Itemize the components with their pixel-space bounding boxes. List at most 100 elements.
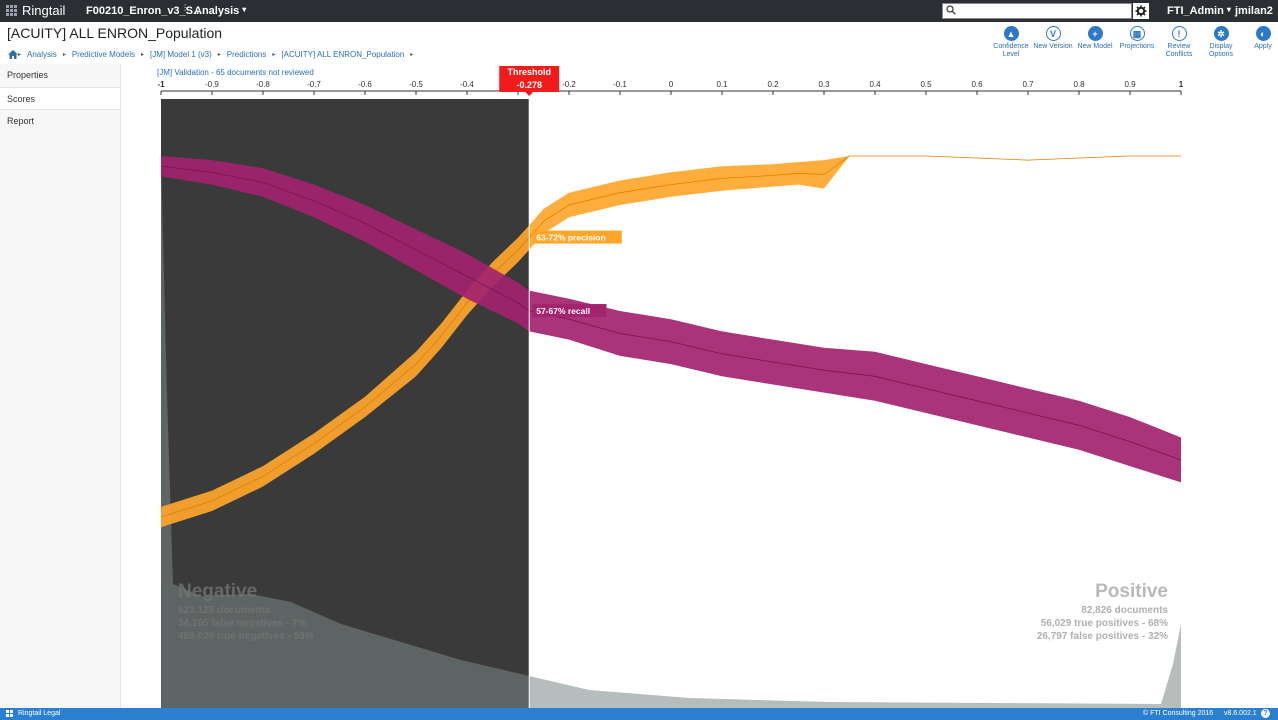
user-menu[interactable]: jmilan2 [1235, 5, 1273, 17]
separator-dots-icon: ··· [179, 3, 191, 11]
caret-down-icon: ▾ [242, 5, 247, 14]
negative-documents: 523,125 documents [178, 605, 271, 616]
half-circle-icon: ◐ [1255, 26, 1271, 41]
axis-tick-label: 0.7 [1022, 80, 1034, 89]
axis-tick-label: -0.7 [307, 80, 321, 89]
axis-tick-label: 0.3 [818, 80, 830, 89]
breadcrumb-arrow-icon: ▸ [410, 52, 414, 58]
new-version-button[interactable]: V New Version [1032, 26, 1074, 59]
axis-tick-label: -0.4 [460, 80, 474, 89]
breadcrumb-item-population[interactable]: [ACUITY] ALL ENRON_Population [281, 50, 404, 59]
search-icon [946, 5, 956, 15]
status-bar: Ringtail Legal © FTI Consulting 2016 v8.… [0, 708, 1278, 720]
tool-label: New Version [1033, 43, 1073, 50]
nav-item-properties[interactable]: Properties [0, 64, 120, 87]
breadcrumb-arrow-icon: ▸ [140, 52, 144, 58]
axis-tick-label: 0.2 [767, 80, 779, 89]
projections-icon: ▦ [1129, 26, 1145, 41]
positive-false-positives: 26,797 false positives - 32% [1037, 631, 1168, 642]
precision-label: 63-72% precision [532, 230, 622, 244]
axis-tick-label: 0.8 [1073, 80, 1085, 89]
axis-tick-label: 0.6 [971, 80, 983, 89]
negative-true-negatives: 489,020 true negatives - 93% [178, 631, 314, 642]
ringtail-logo-icon [6, 4, 18, 17]
tool-label: Display Options [1208, 43, 1234, 58]
app-window: Ringtail F00210_Enron_v3_S... ··· Analys… [0, 0, 1278, 720]
projections-button[interactable]: ▦ Projections [1116, 26, 1158, 59]
nav-item-report[interactable]: Report [0, 110, 120, 133]
plus-icon: + [1087, 26, 1103, 41]
axis-tick-label: -0.1 [613, 80, 627, 89]
axis-tick-label: -0.2 [562, 80, 576, 89]
legal-icon [6, 710, 13, 717]
threshold-value: -0.278 [516, 80, 542, 90]
legal-link[interactable]: Ringtail Legal [18, 710, 60, 717]
copyright: © FTI Consulting 2016 [1143, 710, 1214, 717]
review-conflicts-button[interactable]: ! Review Conflicts [1158, 26, 1200, 59]
breadcrumb-arrow-icon: ▸ [62, 52, 66, 58]
recall-label: 57-67% recall [532, 304, 607, 318]
search-box[interactable] [942, 3, 1132, 19]
help-icon[interactable]: ? [1261, 709, 1270, 718]
confidence-level-button[interactable]: ▲ Confidence Level [990, 26, 1032, 59]
breadcrumb-arrow-icon: ▸ [272, 52, 276, 58]
gear-icon [1135, 5, 1147, 17]
validation-note[interactable]: [JM] Validation - 65 documents not revie… [157, 68, 314, 77]
new-model-button[interactable]: + New Model [1074, 26, 1116, 59]
positive-title: Positive [1095, 581, 1168, 602]
x-axis: -1-0.9-0.8-0.7-0.6-0.5-0.4-0.3-0.2-0.100… [157, 80, 1184, 95]
breadcrumb-item-predictive-models[interactable]: Predictive Models [72, 50, 135, 59]
negative-false-negatives: 34,105 false negatives - 7% [178, 618, 307, 629]
score-chart[interactable]: -1-0.9-0.8-0.7-0.6-0.5-0.4-0.3-0.2-0.100… [121, 64, 1278, 708]
admin-menu[interactable]: FTI_Admin ▾ [1167, 5, 1231, 17]
breadcrumb-arrow-icon: ▸ [18, 52, 22, 58]
tool-label: Confidence Level [993, 43, 1029, 58]
top-bar: Ringtail F00210_Enron_v3_S... ··· Analys… [0, 0, 1278, 22]
version-icon: V [1045, 26, 1061, 41]
axis-tick-label: 0 [669, 80, 674, 89]
tool-label: Apply [1254, 43, 1272, 50]
gear-icon: ✲ [1213, 26, 1229, 41]
version: v8.6.002.1 [1224, 710, 1257, 717]
breadcrumb-item-model[interactable]: [JM] Model 1 (v3) [150, 50, 212, 59]
precision-label-text: 63-72% precision [536, 233, 605, 243]
breadcrumb-item-predictions[interactable]: Predictions [227, 50, 267, 59]
positive-summary: Positive 82,826 documents 56,029 true po… [1037, 581, 1169, 642]
axis-tick-label: -0.9 [205, 80, 219, 89]
positive-documents: 82,826 documents [1081, 605, 1168, 616]
axis-tick-label: -0.6 [358, 80, 372, 89]
search-settings-button[interactable] [1133, 3, 1149, 19]
negative-title: Negative [178, 581, 257, 602]
nav-item-scores[interactable]: Scores [0, 87, 120, 110]
breadcrumb-arrow-icon: ▸ [217, 52, 221, 58]
home-icon[interactable] [8, 50, 18, 59]
tool-label: New Model [1077, 43, 1113, 50]
axis-tick-label: -0.8 [256, 80, 270, 89]
axis-tick-label: -1 [157, 80, 165, 89]
page-title: [ACUITY] ALL ENRON_Population [7, 25, 223, 41]
module-menu[interactable]: Analysis ▾ [194, 5, 246, 17]
caret-down-icon: ▾ [1226, 5, 1231, 14]
threshold-title: Threshold [507, 67, 551, 77]
axis-tick-label: 0.5 [920, 80, 932, 89]
tool-label: Review Conflicts [1165, 43, 1193, 58]
positive-true-positives: 56,029 true positives - 68% [1041, 618, 1168, 629]
brand-name: Ringtail [22, 3, 66, 18]
apply-button[interactable]: ◐ Apply [1242, 26, 1278, 59]
axis-tick-label: 1 [1179, 80, 1184, 89]
recall-label-text: 57-67% recall [536, 306, 590, 316]
admin-label: FTI_Admin [1167, 5, 1224, 17]
search-input[interactable] [959, 4, 1129, 18]
display-options-button[interactable]: ✲ Display Options [1200, 26, 1242, 59]
metric-labels: 63-72% precision 57-67% recall [532, 230, 622, 318]
brand-logo[interactable]: Ringtail [6, 3, 65, 18]
axis-tick-label: 0.4 [869, 80, 881, 89]
axis-tick-label: 0.9 [1124, 80, 1136, 89]
axis-tick-label: -0.5 [409, 80, 423, 89]
toolbar: ▲ Confidence Level V New Version + New Mode… [990, 26, 1278, 59]
left-nav: Properties Scores Report [0, 64, 121, 708]
module-label: Analysis [194, 5, 240, 17]
tool-label: Projections [1119, 43, 1155, 50]
breadcrumb-item-analysis[interactable]: Analysis [27, 50, 57, 59]
threshold-pointer-icon [525, 92, 534, 96]
